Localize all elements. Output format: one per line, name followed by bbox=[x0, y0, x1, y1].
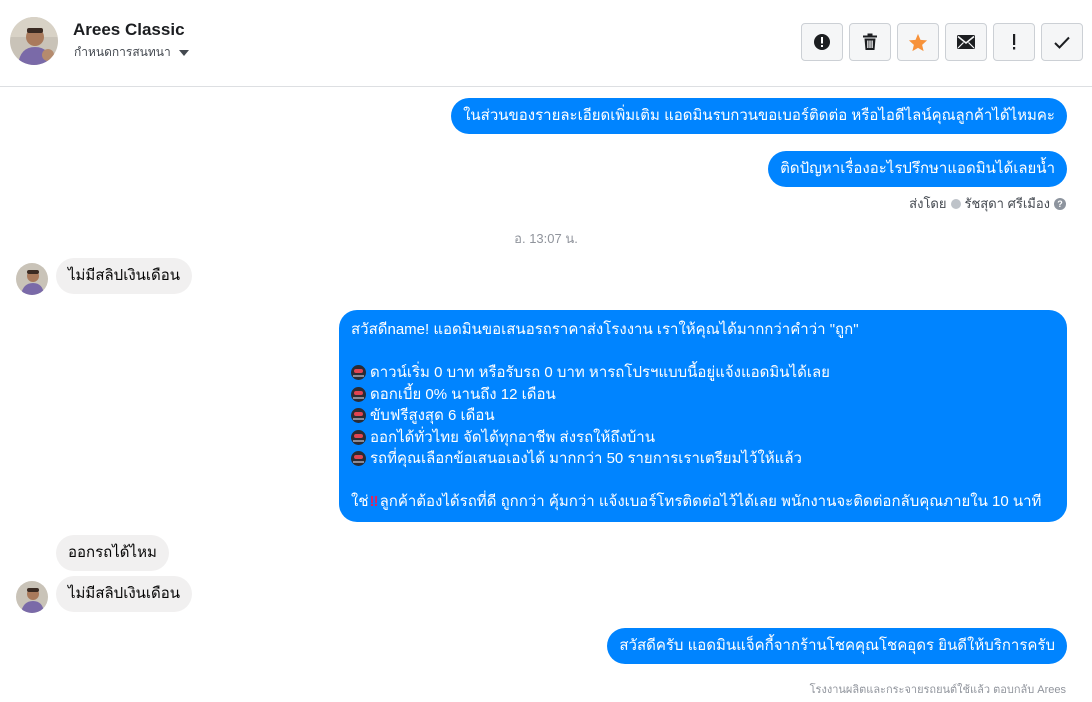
contact-avatar-small[interactable] bbox=[16, 581, 48, 613]
mark-done-button[interactable] bbox=[1041, 23, 1083, 61]
contact-avatar[interactable] bbox=[10, 17, 58, 65]
follow-up-button[interactable] bbox=[993, 23, 1035, 61]
chevron-down-icon bbox=[178, 49, 189, 56]
promo-closing: ใช่ ‼ ลูกค้าต้องได้รถที่ดี ถูกกว่า คุ้มกว่… bbox=[351, 491, 1055, 513]
outgoing-message[interactable]: สวัสดีครับ แอดมินแจ็คกี้จากร้านโชคคุณโชค… bbox=[607, 628, 1067, 664]
assign-label: กำหนดการสนทนา bbox=[74, 45, 171, 59]
exclamation-icon bbox=[1013, 34, 1016, 50]
double-exclamation-icon: ‼ bbox=[369, 493, 379, 510]
outgoing-message[interactable]: ติดปัญหาเรื่องอะไรปรึกษาแอดมินได้เลยน้ำ bbox=[768, 151, 1067, 187]
promo-item: รถที่คุณเลือกข้อเสนอเองได้ มากกว่า 50 รา… bbox=[351, 448, 1055, 470]
assign-conversation-dropdown[interactable]: กำหนดการสนทนา bbox=[74, 43, 189, 62]
sender-name[interactable]: รัชสุดา ศรีเมือง bbox=[965, 193, 1051, 214]
spam-button[interactable] bbox=[801, 23, 843, 61]
envelope-icon bbox=[957, 35, 975, 49]
delete-button[interactable] bbox=[849, 23, 891, 61]
alert-circle-icon bbox=[814, 34, 830, 50]
incoming-message[interactable]: ออกรถได้ไหม bbox=[56, 535, 169, 571]
promo-item: ขับฟรีสูงสุด 6 เดือน bbox=[351, 405, 1055, 427]
car-emoji-icon bbox=[351, 386, 366, 402]
help-icon[interactable]: ? bbox=[1054, 197, 1066, 210]
car-emoji-icon bbox=[351, 429, 366, 445]
sent-by-info: ส่งโดย รัชสุดา ศรีเมือง ? bbox=[909, 193, 1066, 214]
check-icon bbox=[1054, 36, 1070, 49]
outgoing-message[interactable]: ในส่วนของรายละเอียดเพิ่มเติม แอดมินรบกวน… bbox=[451, 98, 1067, 134]
promo-item: ดอกเบี้ย 0% นานถึง 12 เดือน bbox=[351, 384, 1055, 406]
star-button[interactable] bbox=[897, 23, 939, 61]
conversation-header: Arees Classic กำหนดการสนทนา bbox=[0, 0, 1092, 87]
outgoing-promo-message[interactable]: สวัสดีname! แอดมินขอเสนอรถราคาส่งโรงงาน … bbox=[339, 310, 1067, 522]
car-emoji-icon bbox=[351, 451, 366, 467]
incoming-message[interactable]: ไม่มีสลิปเงินเดือน bbox=[56, 576, 193, 612]
promo-greeting: สวัสดีname! แอดมินขอเสนอรถราคาส่งโรงงาน … bbox=[351, 321, 859, 338]
sent-by-label: ส่งโดย bbox=[909, 196, 947, 211]
car-emoji-icon bbox=[351, 365, 366, 381]
contact-name[interactable]: Arees Classic bbox=[73, 20, 185, 40]
timestamp-divider: อ. 13:07 น. bbox=[514, 231, 578, 246]
sender-check-icon bbox=[950, 198, 961, 209]
promo-item: ออกได้ทั่วไทย จัดได้ทุกอาชีพ ส่งรถให้ถึง… bbox=[351, 427, 1055, 449]
reply-source-note: โรงงานผลิตและกระจายรถยนต์ใช้แล้ว ตอบกลับ… bbox=[809, 684, 1066, 696]
mark-unread-button[interactable] bbox=[945, 23, 987, 61]
incoming-message[interactable]: ไม่มีสลิปเงินเดือน bbox=[56, 258, 193, 294]
car-emoji-icon bbox=[351, 408, 366, 424]
trash-icon bbox=[863, 33, 877, 50]
promo-item: ดาวน์เริ่ม 0 บาท หรือรับรถ 0 บาท หารถโปร… bbox=[351, 362, 1055, 384]
contact-avatar-small[interactable] bbox=[16, 263, 48, 295]
star-icon bbox=[908, 33, 928, 51]
